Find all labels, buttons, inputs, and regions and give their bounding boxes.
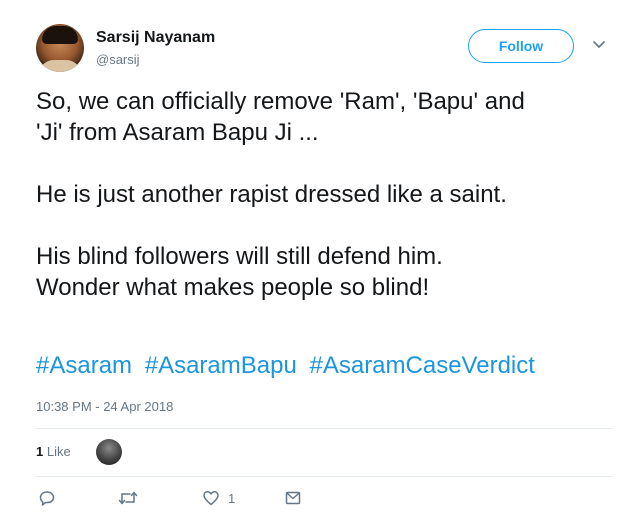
likes-number: 1 bbox=[36, 444, 44, 459]
reply-icon bbox=[39, 491, 55, 506]
like-count: 1 bbox=[228, 490, 236, 506]
chevron-down-icon[interactable] bbox=[592, 38, 606, 52]
reply-button[interactable] bbox=[38, 488, 56, 508]
hashtag-link[interactable]: #Asaram bbox=[36, 352, 132, 379]
author-handle[interactable]: @sarsij bbox=[96, 52, 140, 67]
like-button[interactable]: 1 bbox=[202, 488, 235, 508]
direct-message-button[interactable] bbox=[284, 488, 302, 508]
hashtag-link[interactable]: #AsaramBapu bbox=[145, 352, 297, 379]
envelope-icon bbox=[285, 491, 301, 505]
tweet-text: So, we can officially remove 'Ram', 'Bap… bbox=[36, 88, 525, 301]
likes-count[interactable]: 1 Like bbox=[36, 444, 71, 459]
hashtag-link[interactable]: #AsaramCaseVerdict bbox=[309, 352, 534, 379]
retweet-button[interactable] bbox=[118, 488, 138, 508]
retweet-icon bbox=[118, 491, 138, 505]
avatar-hair bbox=[42, 26, 78, 44]
follow-button[interactable]: Follow bbox=[468, 29, 574, 63]
liker-avatar[interactable] bbox=[96, 439, 122, 465]
divider bbox=[36, 428, 612, 429]
divider bbox=[36, 476, 612, 477]
heart-icon bbox=[203, 491, 219, 506]
likes-label: Like bbox=[46, 444, 71, 459]
author-name[interactable]: Sarsij Nayanam bbox=[96, 29, 215, 47]
tweet-timestamp[interactable]: 10:38 PM - 24 Apr 2018 bbox=[36, 399, 173, 414]
author-avatar[interactable] bbox=[36, 24, 84, 72]
avatar-shirt bbox=[38, 60, 82, 72]
hashtag-list: #Asaram #AsaramBapu #AsaramCaseVerdict bbox=[36, 350, 541, 381]
